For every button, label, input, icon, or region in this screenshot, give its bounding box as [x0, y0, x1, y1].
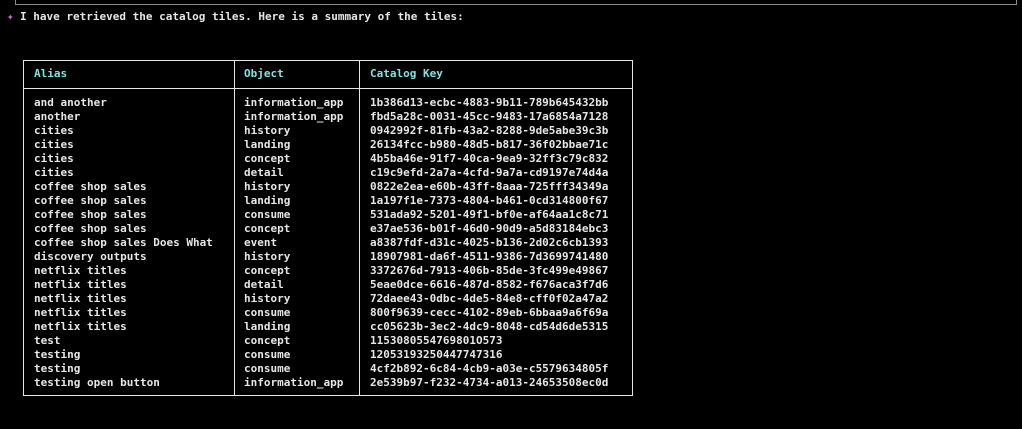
object-cell: history	[244, 250, 291, 263]
object-cell: concept	[244, 334, 291, 347]
table-row: cities landing 26134fcc-b980-48d5-b817-36f…	[24, 138, 632, 152]
table-row: coffee shop sales consume 531ada92-5201-49…	[24, 208, 632, 222]
alias-cell: testing	[34, 362, 81, 375]
table-row: and another information_app 1b386d13-ecbc-…	[24, 96, 632, 110]
catalog-key-cell: 2e539b97-f232-4734-a013-24653508ec0d	[370, 376, 609, 389]
object-cell: consume	[244, 208, 291, 221]
object-cell: detail	[244, 278, 284, 291]
catalog-key-cell: fbd5a28c-0031-45cc-9483-17a6854a7128	[370, 110, 609, 123]
header-catalog-key: Catalog Key	[370, 67, 443, 80]
table-body: and another information_app 1b386d13-ecbc-…	[24, 96, 632, 390]
catalog-key-cell: e37ae536-b01f-46d0-90d9-a5d83184ebc3	[370, 222, 609, 235]
catalog-key-cell: 0942992f-81fb-43a2-8288-9de5abe39c3b	[370, 124, 609, 137]
previous-panel-border	[15, 0, 1017, 5]
object-cell: consume	[244, 348, 291, 361]
catalog-key-cell: 4b5ba46e-91f7-40ca-9ea9-32ff3c79c832	[370, 152, 609, 165]
alias-cell: cities	[34, 166, 74, 179]
table-header: Alias Object Catalog Key	[24, 67, 632, 81]
catalog-key-cell: 26134fcc-b980-48d5-b817-36f02bbae71c	[370, 138, 609, 151]
table-row: another information_app fbd5a28c-0031-45cc…	[24, 110, 632, 124]
alias-cell: netflix titles	[34, 278, 127, 291]
object-cell: information_app	[244, 376, 344, 389]
catalog-key-cell: c19c9efd-2a7a-4cfd-9a7a-cd9197e74d4a	[370, 166, 609, 179]
object-cell: history	[244, 180, 291, 193]
header-object: Object	[244, 67, 284, 80]
alias-cell: and another	[34, 96, 107, 109]
assistant-message: ✦ I have retrieved the catalog tiles. He…	[7, 10, 464, 23]
alias-cell: another	[34, 110, 81, 123]
object-cell: history	[244, 124, 291, 137]
object-cell: information_app	[244, 110, 344, 123]
object-cell: concept	[244, 152, 291, 165]
alias-cell: cities	[34, 124, 74, 137]
alias-cell: netflix titles	[34, 320, 127, 333]
object-cell: landing	[244, 320, 291, 333]
alias-cell: cities	[34, 138, 74, 151]
alias-cell: cities	[34, 152, 74, 165]
alias-cell: netflix titles	[34, 292, 127, 305]
object-cell: detail	[244, 166, 284, 179]
table-row: cities history 0942992f-81fb-43a2-8288-9de…	[24, 124, 632, 138]
alias-cell: testing	[34, 348, 81, 361]
alias-cell: testing open button	[34, 376, 160, 389]
object-cell: event	[244, 236, 278, 249]
sparkle-icon: ✦	[7, 10, 14, 23]
catalog-key-cell: 1153080554769801O573	[370, 334, 503, 347]
object-cell: landing	[244, 194, 291, 207]
table-row: coffee shop sales Does What event a8387fdf…	[24, 236, 632, 250]
table-row: testing consume 12053193250447747316	[24, 348, 632, 362]
table-row: netflix titles landing cc05623b-3ec2-4dc9-…	[24, 320, 632, 334]
catalog-key-cell: 18907981-da6f-4511-9386-7d3699741480	[370, 250, 609, 263]
table-row: netflix titles consume 800f9639-cecc-4102-…	[24, 306, 632, 320]
catalog-key-cell: a8387fdf-d31c-4025-b136-2d02c6cb1393	[370, 236, 609, 249]
alias-cell: discovery outputs	[34, 250, 147, 263]
catalog-key-cell: cc05623b-3ec2-4dc9-8048-cd54d6de5315	[370, 320, 609, 333]
object-cell: concept	[244, 264, 291, 277]
header-divider	[24, 88, 632, 89]
table-row: cities concept 4b5ba46e-91f7-40ca-9ea9-32f…	[24, 152, 632, 166]
table-row: netflix titles concept 3372676d-7913-406b-…	[24, 264, 632, 278]
alias-cell: coffee shop sales	[34, 180, 147, 193]
object-cell: history	[244, 292, 291, 305]
table-row: netflix titles detail 5eae0dce-6616-487d-8…	[24, 278, 632, 292]
message-text: I have retrieved the catalog tiles. Here…	[20, 10, 464, 23]
alias-cell: coffee shop sales	[34, 208, 147, 221]
object-cell: landing	[244, 138, 291, 151]
object-cell: concept	[244, 222, 291, 235]
alias-cell: netflix titles	[34, 306, 127, 319]
table-row: discovery outputs history 18907981-da6f-45…	[24, 250, 632, 264]
object-cell: information_app	[244, 96, 344, 109]
alias-cell: test	[34, 334, 61, 347]
catalog-key-cell: 800f9639-cecc-4102-89eb-6bbaa9a6f69a	[370, 306, 609, 319]
catalog-key-cell: 72daee43-0dbc-4de5-84e8-cff0f02a47a2	[370, 292, 609, 305]
catalog-key-cell: 1a197f1e-7373-4804-b461-0cd314800f67	[370, 194, 609, 207]
catalog-tiles-table: Alias Object Catalog Key and another info…	[23, 60, 633, 396]
table-row: test concept 1153080554769801O573	[24, 334, 632, 348]
alias-cell: coffee shop sales	[34, 222, 147, 235]
alias-cell: netflix titles	[34, 264, 127, 277]
catalog-key-cell: 12053193250447747316	[370, 348, 503, 361]
table-row: testing consume 4cf2b892-6c84-4cb9-a03e-c5…	[24, 362, 632, 376]
object-cell: consume	[244, 362, 291, 375]
table-row: coffee shop sales landing 1a197f1e-7373-48…	[24, 194, 632, 208]
catalog-key-cell: 531ada92-5201-49f1-bf0e-af64aa1c8c71	[370, 208, 609, 221]
alias-cell: coffee shop sales	[34, 194, 147, 207]
catalog-key-cell: 5eae0dce-6616-487d-8582-f676aca3f7d6	[370, 278, 609, 291]
catalog-key-cell: 4cf2b892-6c84-4cb9-a03e-c5579634805f	[370, 362, 609, 375]
table-row: netflix titles history 72daee43-0dbc-4de5-…	[24, 292, 632, 306]
catalog-key-cell: 3372676d-7913-406b-85de-3fc499e49867	[370, 264, 609, 277]
header-alias: Alias	[34, 67, 68, 80]
object-cell: consume	[244, 306, 291, 319]
catalog-key-cell: 1b386d13-ecbc-4883-9b11-789b645432bb	[370, 96, 609, 109]
catalog-key-cell: 0822e2ea-e60b-43ff-8aaa-725fff34349a	[370, 180, 609, 193]
table-row: coffee shop sales concept e37ae536-b01f-46…	[24, 222, 632, 236]
table-row: cities detail c19c9efd-2a7a-4cfd-9a7a-cd91…	[24, 166, 632, 180]
table-row: testing open button information_app 2e539b…	[24, 376, 632, 390]
table-row: coffee shop sales history 0822e2ea-e60b-43…	[24, 180, 632, 194]
alias-cell: coffee shop sales Does What	[34, 236, 213, 249]
